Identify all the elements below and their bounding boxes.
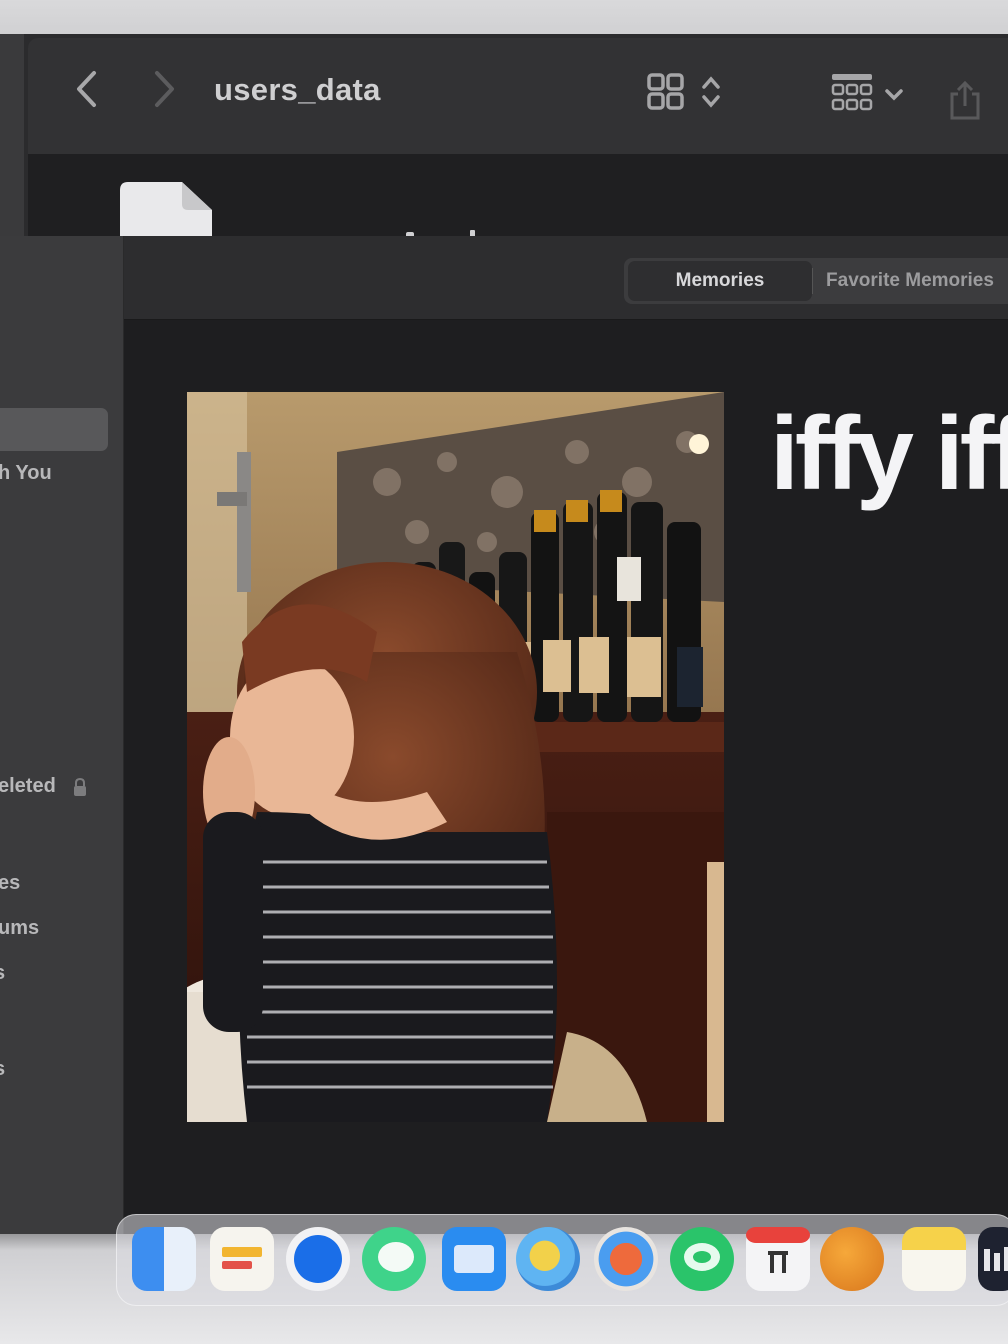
view-mode-button[interactable] (646, 72, 722, 112)
envelope-icon (454, 1245, 494, 1273)
notes-icon[interactable] (902, 1227, 966, 1291)
finder-window-title: users_data (214, 72, 381, 107)
memory-photo[interactable] (187, 392, 724, 1122)
compass-icon (294, 1235, 342, 1283)
sidebar-item-label: eleted (0, 775, 56, 797)
chart-glyph-icon (984, 1247, 1008, 1271)
messages-icon[interactable] (362, 1227, 426, 1291)
up-down-chevron-icon (702, 76, 720, 108)
speech-bubble-icon (378, 1242, 414, 1272)
calendar-glyph-icon (746, 1227, 810, 1273)
sidebar-item-label: ums (0, 917, 40, 939)
group-by-icon (831, 74, 873, 111)
sidebar-item-recently-deleted[interactable]: eleted (0, 775, 87, 798)
sidebar-item-label: h You (0, 462, 52, 484)
contacts-icon[interactable] (820, 1227, 884, 1291)
sidebar-item-collapsed-2[interactable]: s (0, 1058, 5, 1081)
photo-illustration (187, 392, 724, 1122)
tab-favorite-memories[interactable]: Favorite Memories (812, 258, 1008, 304)
desktop: users_data h You eleted es ums Memories … (0, 0, 1008, 1344)
sidebar-item-collapsed[interactable]: s (0, 962, 5, 985)
memory-caption: iffy iffy (770, 396, 1008, 512)
notes-app-icon[interactable] (210, 1227, 274, 1291)
share-icon (950, 80, 980, 120)
document-file-icon[interactable] (118, 180, 214, 242)
sidebar-item-label: s (0, 962, 5, 984)
facetime-icon[interactable] (670, 1227, 734, 1291)
lock-icon (74, 777, 87, 796)
phone-bubble-icon (684, 1243, 720, 1271)
calendar-icon[interactable] (746, 1227, 810, 1291)
chevron-down-icon (885, 89, 903, 101)
forward-button[interactable] (144, 62, 184, 116)
group-by-button[interactable] (830, 72, 904, 118)
tab-memories[interactable]: Memories (628, 261, 812, 301)
sidebar-item-for-you[interactable]: h You (0, 462, 52, 485)
photos-icon[interactable] (594, 1227, 658, 1291)
share-button[interactable] (948, 80, 982, 122)
maps-icon[interactable] (516, 1227, 580, 1291)
notes-glyph-icon (222, 1247, 262, 1269)
chevron-left-icon (77, 71, 96, 107)
sidebar-item-albums[interactable]: ums (0, 917, 39, 940)
grid-view-icon (647, 73, 684, 110)
sidebar-item-label: s (0, 1058, 5, 1080)
photos-sidebar (0, 236, 124, 1234)
sidebar-item-label: es (0, 872, 21, 894)
sidebar-item-shared-albums[interactable]: es (0, 872, 20, 895)
finder-sidebar-edge (0, 34, 24, 239)
back-button[interactable] (66, 62, 106, 116)
finder-icon[interactable] (132, 1227, 196, 1291)
mail-icon[interactable] (442, 1227, 506, 1291)
safari-icon[interactable] (286, 1227, 350, 1291)
stocks-icon[interactable] (978, 1227, 1008, 1291)
chevron-right-icon (155, 71, 174, 107)
sidebar-selected-item[interactable] (0, 408, 108, 451)
